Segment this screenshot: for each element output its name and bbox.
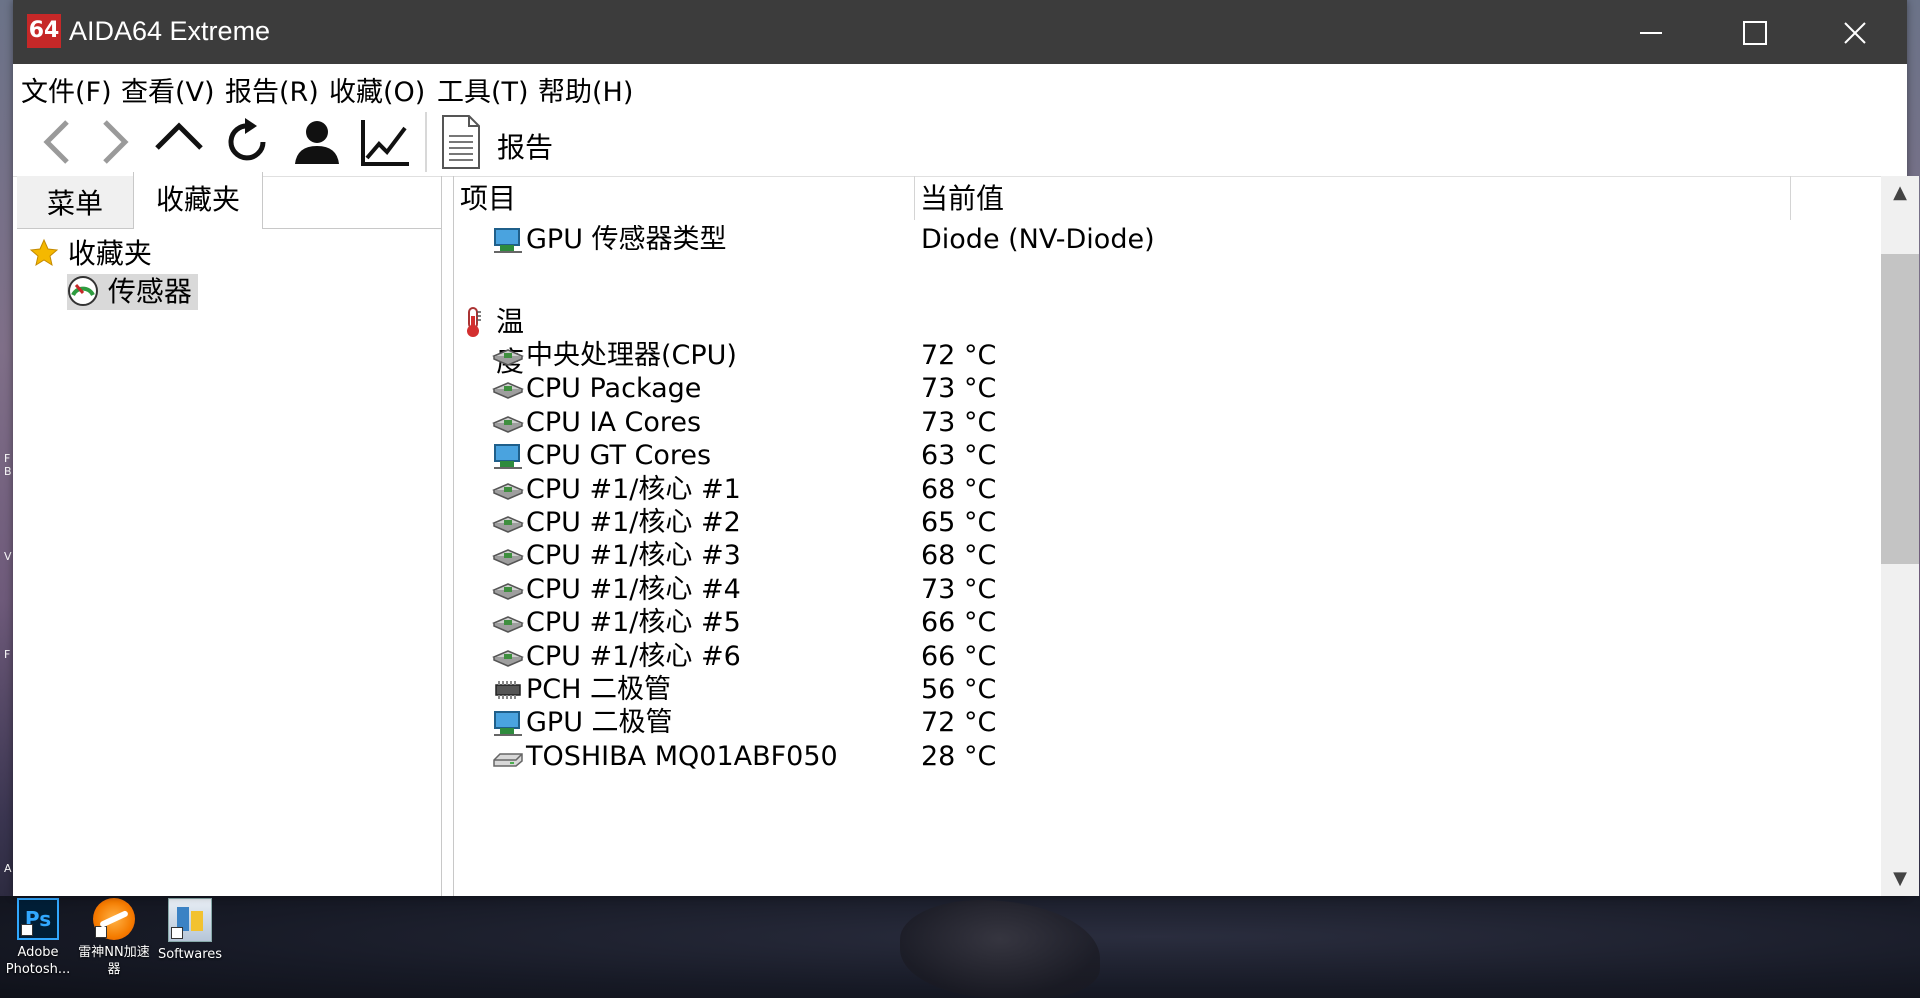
desktop-icon-label: Adobe Photosh... xyxy=(5,945,71,977)
user-icon xyxy=(295,121,339,164)
softwares-folder-icon xyxy=(168,898,212,942)
column-header-value[interactable]: 当前值 xyxy=(920,176,1004,220)
left-pane: 菜单 收藏夹 收藏夹 传感器 xyxy=(17,172,442,896)
up-button[interactable] xyxy=(151,114,207,170)
tree-item-favorites[interactable]: 收藏夹 xyxy=(29,236,152,272)
menu-view[interactable]: 查看(V) xyxy=(121,70,215,109)
desktop-edge-text: A xyxy=(4,862,12,875)
gpu-icon xyxy=(492,226,524,256)
cpu-icon xyxy=(492,342,524,372)
chart-icon xyxy=(361,120,409,166)
cpu-icon xyxy=(492,609,524,639)
cpu-icon xyxy=(492,643,524,673)
menu-help[interactable]: 帮助(H) xyxy=(538,70,633,109)
maximize-button[interactable] xyxy=(1703,0,1807,64)
refresh-icon xyxy=(228,118,266,161)
menu-favorites[interactable]: 收藏(O) xyxy=(329,70,425,109)
shortcut-arrow-icon xyxy=(21,924,33,936)
scroll-up-icon[interactable]: ▲ xyxy=(1881,176,1919,210)
desktop-icon-label: 雷神NN加速器 xyxy=(78,945,150,977)
desktop-edge-text: FB xyxy=(4,452,12,478)
gpu-icon xyxy=(492,442,524,472)
tree-item-label: 传感器 xyxy=(107,275,192,308)
gauge-icon xyxy=(68,276,98,306)
scroll-thumb[interactable] xyxy=(1881,254,1919,564)
chart-button[interactable] xyxy=(357,114,413,170)
desktop-icon-nn-accelerator[interactable]: 雷神NN加速器 xyxy=(76,896,152,996)
row-value: 28 °C xyxy=(921,740,997,772)
left-tabs: 菜单 收藏夹 xyxy=(17,172,441,229)
row-value: Diode (NV-Diode) xyxy=(921,224,1155,255)
title-bar[interactable]: 64 AIDA64 Extreme xyxy=(13,0,1907,64)
minimize-button[interactable] xyxy=(1599,0,1703,64)
nn-accelerator-icon xyxy=(93,898,135,940)
menu-tools[interactable]: 工具(T) xyxy=(437,70,529,109)
column-divider[interactable] xyxy=(914,176,915,220)
desktop-icon-photoshop[interactable]: Ps Adobe Photosh... xyxy=(0,896,76,996)
tab-menu[interactable]: 菜单 xyxy=(17,176,134,228)
menu-report[interactable]: 报告(R) xyxy=(225,70,319,109)
forward-button[interactable] xyxy=(85,114,141,170)
gpu-icon xyxy=(492,709,524,739)
window-title: AIDA64 Extreme xyxy=(69,16,271,46)
refresh-button[interactable] xyxy=(219,114,275,170)
desktop-edge-text: V xyxy=(4,550,12,563)
table-row[interactable]: TOSHIBA MQ01ABF050 28 °C xyxy=(454,737,1874,778)
report-button[interactable] xyxy=(439,114,495,170)
user-button[interactable] xyxy=(289,114,345,170)
sensor-table: 项目 当前值 GPU 传感器类型 Diode (NV-Diode) 温度 中央处… xyxy=(453,176,1882,896)
hdd-icon xyxy=(492,743,524,773)
up-icon xyxy=(155,122,203,150)
chip-icon xyxy=(492,676,524,706)
table-row[interactable]: GPU 传感器类型 Diode (NV-Diode) xyxy=(454,220,1874,261)
desktop-icon-softwares[interactable]: Softwares xyxy=(152,896,228,996)
cpu-icon xyxy=(492,576,524,606)
report-label[interactable]: 报告 xyxy=(497,126,553,166)
cpu-icon xyxy=(492,542,524,572)
shortcut-arrow-icon xyxy=(95,926,107,938)
cpu-icon xyxy=(492,409,524,439)
desktop-edge-text: F xyxy=(4,648,11,661)
thermometer-icon xyxy=(462,306,484,338)
row-label: TOSHIBA MQ01ABF050 xyxy=(526,740,838,772)
aida64-window: 64 AIDA64 Extreme 文件(F) 查看(V) 报告(R) 收藏(O… xyxy=(13,0,1919,896)
column-divider[interactable] xyxy=(1790,176,1791,220)
toolbar-separator xyxy=(425,112,427,172)
tree-item-sensors[interactable]: 传感器 xyxy=(67,274,198,310)
star-icon xyxy=(29,238,59,267)
row-label: GPU 传感器类型 xyxy=(526,224,727,255)
maximize-icon xyxy=(1743,21,1767,45)
close-button[interactable] xyxy=(1803,0,1907,64)
menu-file[interactable]: 文件(F) xyxy=(21,70,112,109)
scroll-down-icon[interactable]: ▼ xyxy=(1881,862,1919,896)
app-logo-icon: 64 xyxy=(27,14,61,48)
menu-bar: 文件(F) 查看(V) 报告(R) 收藏(O) 工具(T) 帮助(H) xyxy=(13,64,1907,108)
report-document-icon xyxy=(442,115,480,169)
column-header-item[interactable]: 项目 xyxy=(460,176,516,220)
cpu-icon xyxy=(492,509,524,539)
tab-favorites[interactable]: 收藏夹 xyxy=(133,172,263,229)
vertical-scrollbar[interactable]: ▲ ▼ xyxy=(1881,176,1919,896)
shortcut-arrow-icon xyxy=(171,927,183,939)
back-button[interactable] xyxy=(31,114,87,170)
back-icon xyxy=(43,120,69,164)
photoshop-icon: Ps xyxy=(17,898,59,940)
tree-item-label: 收藏夹 xyxy=(67,237,152,270)
desktop-icon-label: Softwares xyxy=(157,947,223,962)
cpu-icon xyxy=(492,476,524,506)
toolbar: 报告 xyxy=(13,108,1907,177)
minimize-icon xyxy=(1640,32,1662,34)
close-icon xyxy=(1844,22,1866,44)
cpu-icon xyxy=(492,375,524,405)
forward-icon xyxy=(103,120,129,164)
